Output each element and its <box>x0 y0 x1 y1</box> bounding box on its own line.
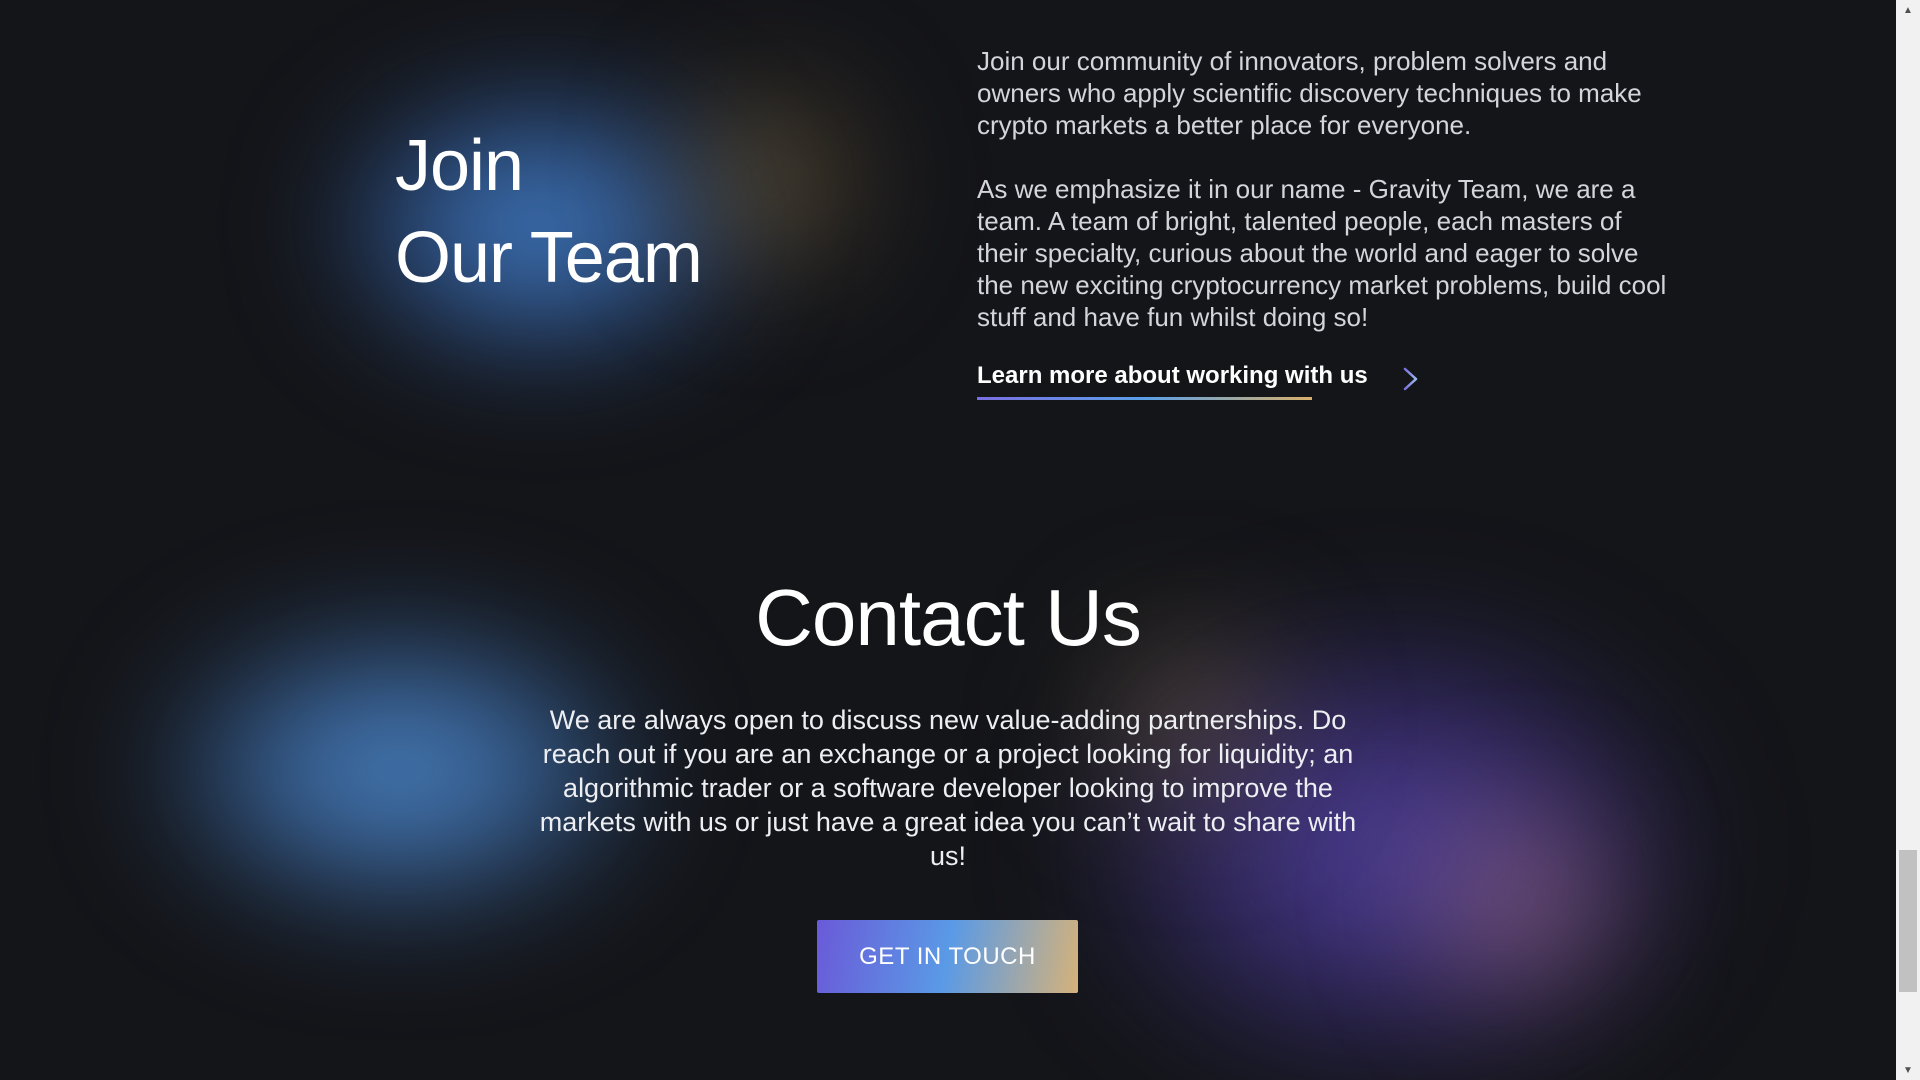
learn-more-text: Learn more about working with us <box>977 362 1368 389</box>
join-title-line2: Our Team <box>395 218 703 298</box>
page: Join Our Team Join our community of inno… <box>0 0 1896 1080</box>
learn-more-label: Learn more about working with us <box>977 362 1368 400</box>
arrow-right-icon <box>1384 367 1417 391</box>
join-title: Join Our Team <box>395 120 703 304</box>
vertical-scrollbar[interactable]: ▲ ▼ <box>1896 0 1920 1080</box>
triangle-down-icon[interactable]: ▼ <box>1896 1060 1920 1080</box>
learn-more-underline <box>977 397 1312 400</box>
get-in-touch-button[interactable]: GET IN TOUCH <box>817 920 1078 993</box>
triangle-up-icon[interactable]: ▲ <box>1896 0 1920 20</box>
join-paragraph-2: As we emphasize it in our name - Gravity… <box>977 174 1667 332</box>
join-description: Join our community of innovators, proble… <box>977 45 1677 365</box>
contact-title: Contact Us <box>755 573 1142 662</box>
background-blob-pink <box>1400 790 1640 1010</box>
learn-more-link[interactable]: Learn more about working with us <box>977 362 1420 400</box>
join-title-line1: Join <box>395 126 524 206</box>
join-paragraph-1: Join our community of innovators, proble… <box>977 46 1642 140</box>
scrollbar-thumb[interactable] <box>1899 850 1917 992</box>
contact-description: We are always open to discuss new value-… <box>539 705 1357 871</box>
